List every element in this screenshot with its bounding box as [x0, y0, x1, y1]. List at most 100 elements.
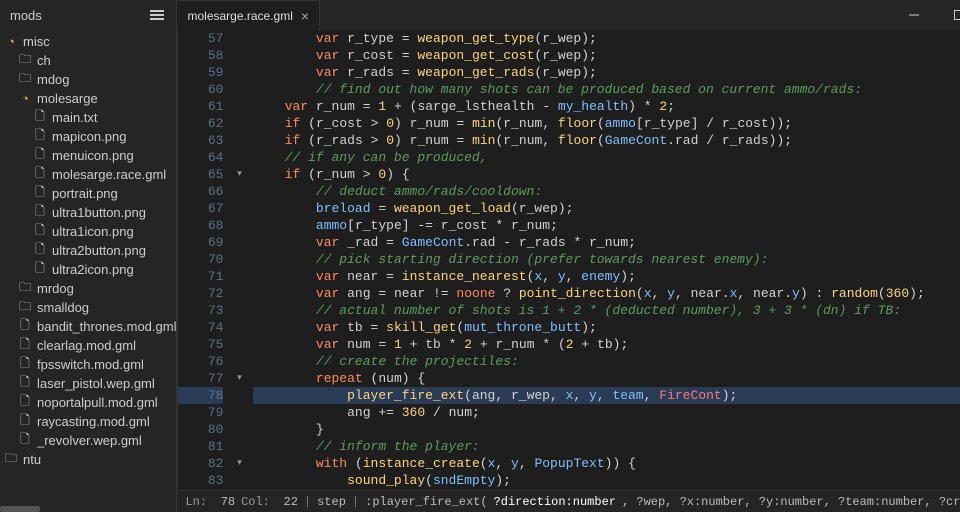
tree-item[interactable]: ultra2button.png [0, 241, 176, 260]
line-number[interactable]: 80 [178, 421, 223, 438]
line-number[interactable]: 81 [178, 438, 223, 455]
line-number[interactable]: 63 [178, 132, 223, 149]
line-number-gutter[interactable]: 5758596061626364656667686970717273747576… [178, 30, 233, 490]
line-number[interactable]: 79 [178, 404, 223, 421]
tab-bar: molesarge.race.gml × [177, 0, 960, 30]
code-line[interactable]: var _rad = GameCont.rad - r_rads * r_num… [253, 234, 960, 251]
line-number[interactable]: 75 [178, 336, 223, 353]
line-number[interactable]: 64 [178, 149, 223, 166]
code-line[interactable]: sound_play(sndEmpty); [253, 472, 960, 489]
code-line[interactable]: var r_num = 1 + (sarge_lsthealth - my_he… [253, 98, 960, 115]
minimize-button[interactable] [891, 0, 936, 30]
code-line[interactable]: // deduct ammo/rads/cooldown: [253, 183, 960, 200]
folder-closed-icon [18, 54, 32, 68]
line-number[interactable]: 60 [178, 81, 223, 98]
line-number[interactable]: 71 [178, 268, 223, 285]
tree-item[interactable]: molesarge [0, 89, 176, 108]
code-line[interactable]: var ang = near != noone ? point_directio… [253, 285, 960, 302]
fold-marker [233, 200, 245, 217]
line-number[interactable]: 67 [178, 200, 223, 217]
file-tree[interactable]: miscchmdogmolesargemain.txtmapicon.pngme… [0, 30, 176, 512]
tree-item[interactable]: noportalpull.mod.gml [0, 393, 176, 412]
tree-item[interactable]: fpsswitch.mod.gml [0, 355, 176, 374]
code-line[interactable]: // pick starting direction (prefer towar… [253, 251, 960, 268]
code-line[interactable]: ammo[r_type] -= r_cost * r_num; [253, 217, 960, 234]
tree-item[interactable]: raycasting.mod.gml [0, 412, 176, 431]
code-line[interactable]: // find out how many shots can be produc… [253, 81, 960, 98]
code-line[interactable]: var num = 1 + tb * 2 + r_num * (2 + tb); [253, 336, 960, 353]
code-line[interactable]: // create the projectiles: [253, 353, 960, 370]
code-line[interactable]: with (instance_create(x, y, PopupText)) … [253, 455, 960, 472]
tree-item[interactable]: ntu [0, 450, 176, 469]
line-number[interactable]: 78 [178, 387, 223, 404]
file-icon [18, 434, 32, 448]
line-number[interactable]: 69 [178, 234, 223, 251]
tree-item[interactable]: ultra1button.png [0, 203, 176, 222]
tree-item[interactable]: ch [0, 51, 176, 70]
code-line[interactable]: if (r_rads > 0) r_num = min(r_num, floor… [253, 132, 960, 149]
line-number[interactable]: 74 [178, 319, 223, 336]
root-icon [4, 35, 18, 49]
tree-item[interactable]: portrait.png [0, 184, 176, 203]
code-line[interactable]: // if any can be produced, [253, 149, 960, 166]
code-line[interactable]: if (r_cost > 0) r_num = min(r_num, floor… [253, 115, 960, 132]
tree-item-label: ultra2button.png [52, 243, 146, 258]
line-number[interactable]: 72 [178, 285, 223, 302]
tree-item[interactable]: ultra2icon.png [0, 260, 176, 279]
line-number[interactable]: 58 [178, 47, 223, 64]
tree-item[interactable]: molesarge.race.gml [0, 165, 176, 184]
tree-item[interactable]: menuicon.png [0, 146, 176, 165]
code-line[interactable]: var r_type = weapon_get_type(r_wep); [253, 30, 960, 47]
status-chain: step [317, 495, 346, 509]
tree-item[interactable]: mdog [0, 70, 176, 89]
code-line[interactable]: ang += 360 / num; [253, 404, 960, 421]
line-number[interactable]: 68 [178, 217, 223, 234]
tree-item[interactable]: ultra1icon.png [0, 222, 176, 241]
fold-marker[interactable]: ▾ [233, 370, 245, 387]
tree-item[interactable]: main.txt [0, 108, 176, 127]
code-area[interactable]: var r_type = weapon_get_type(r_wep); var… [245, 30, 960, 490]
line-number[interactable]: 82 [178, 455, 223, 472]
line-number[interactable]: 57 [178, 30, 223, 47]
code-line[interactable]: var r_rads = weapon_get_rads(r_wep); [253, 64, 960, 81]
maximize-button[interactable] [936, 0, 960, 30]
fold-gutter[interactable]: ▾ ▾ ▾ [233, 30, 245, 490]
tree-item[interactable]: _revolver.wep.gml [0, 431, 176, 450]
tree-item[interactable]: laser_pistol.wep.gml [0, 374, 176, 393]
line-number[interactable]: 62 [178, 115, 223, 132]
tree-item[interactable]: mrdog [0, 279, 176, 298]
code-line[interactable]: repeat (num) { [253, 370, 960, 387]
tree-item-label: fpsswitch.mod.gml [37, 357, 144, 372]
code-line[interactable]: var tb = skill_get(mut_throne_butt); [253, 319, 960, 336]
sidebar-menu-icon[interactable] [150, 14, 166, 16]
line-number[interactable]: 65 [178, 166, 223, 183]
tree-item[interactable]: bandit_thrones.mod.gml [0, 317, 176, 336]
tree-item[interactable]: clearlag.mod.gml [0, 336, 176, 355]
code-line[interactable]: var near = instance_nearest(x, y, enemy)… [253, 268, 960, 285]
fold-marker[interactable]: ▾ [233, 166, 245, 183]
code-line[interactable]: } [253, 421, 960, 438]
line-number[interactable]: 70 [178, 251, 223, 268]
tree-item[interactable]: mapicon.png [0, 127, 176, 146]
sidebar-scrollbar[interactable] [0, 506, 40, 512]
tree-item-label: mrdog [37, 281, 74, 296]
code-line[interactable]: breload = weapon_get_load(r_wep); [253, 200, 960, 217]
tree-item[interactable]: smalldog [0, 298, 176, 317]
line-number[interactable]: 83 [178, 472, 223, 489]
file-icon [33, 206, 47, 220]
line-number[interactable]: 59 [178, 64, 223, 81]
close-icon[interactable]: × [301, 9, 309, 23]
line-number[interactable]: 61 [178, 98, 223, 115]
line-number[interactable]: 77 [178, 370, 223, 387]
code-line[interactable]: // inform the player: [253, 438, 960, 455]
line-number[interactable]: 73 [178, 302, 223, 319]
code-line[interactable]: var r_cost = weapon_get_cost(r_wep); [253, 47, 960, 64]
tab-molesarge[interactable]: molesarge.race.gml × [177, 0, 320, 30]
line-number[interactable]: 66 [178, 183, 223, 200]
fold-marker[interactable]: ▾ [233, 455, 245, 472]
code-line[interactable]: player_fire_ext(ang, r_wep, x, y, team, … [253, 387, 960, 404]
tree-item[interactable]: misc [0, 32, 176, 51]
code-line[interactable]: // actual number of shots is 1 + 2 * (de… [253, 302, 960, 319]
line-number[interactable]: 76 [178, 353, 223, 370]
code-line[interactable]: if (r_num > 0) { [253, 166, 960, 183]
